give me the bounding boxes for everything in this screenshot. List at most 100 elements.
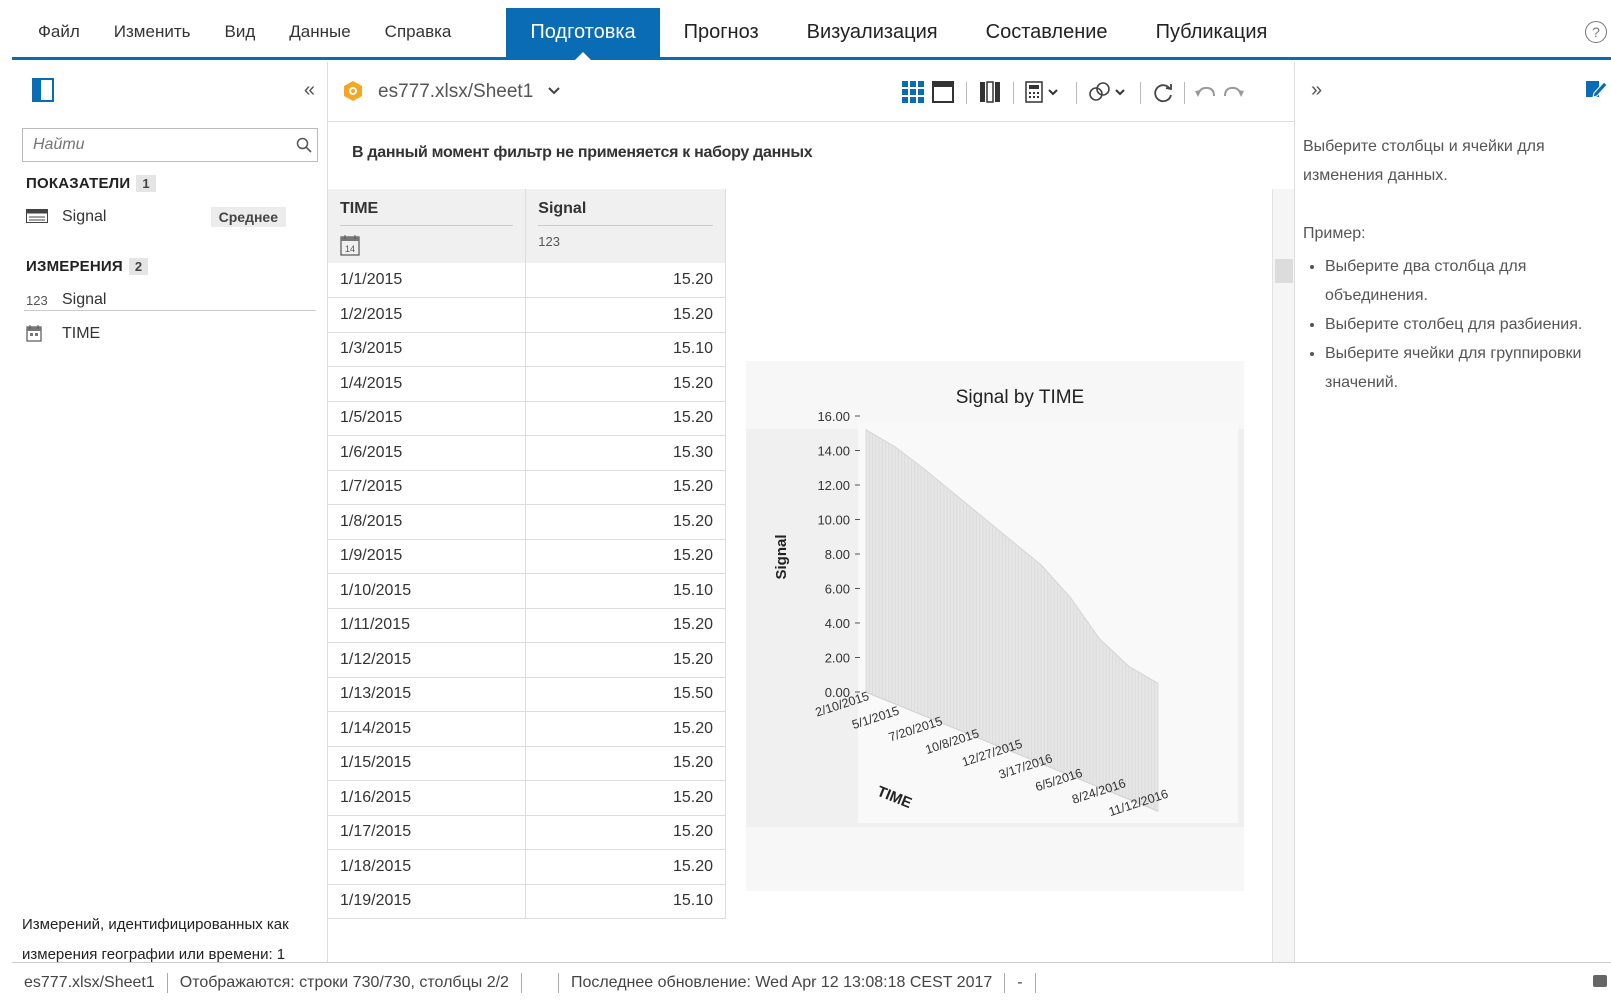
y-tick-label: 2.00 [825,651,850,666]
menu-edit[interactable]: Изменить [97,8,208,55]
redo-icon[interactable] [1223,80,1245,104]
table-row[interactable]: 1/14/2015 15.20 [328,711,726,747]
tab-publish[interactable]: Публикация [1132,8,1292,57]
cell-time[interactable]: 1/7/2015 [328,470,527,505]
tab-predict[interactable]: Прогноз [660,8,783,57]
menu-view[interactable]: Вид [207,8,272,55]
cell-time[interactable]: 1/14/2015 [328,711,527,747]
svg-text:14: 14 [345,244,355,254]
expand-right-button[interactable]: » [1311,79,1322,102]
cell-time[interactable]: 1/2/2015 [328,297,527,333]
dimension-item-signal[interactable]: 123 Signal [26,286,316,314]
search-icon[interactable] [291,137,317,153]
table-row[interactable]: 1/10/2015 15.10 [328,573,726,609]
table-row[interactable]: 1/19/2015 15.10 [328,884,726,919]
cell-signal[interactable]: 15.10 [525,884,726,919]
table-row[interactable]: 1/18/2015 15.20 [328,849,726,885]
cell-time[interactable]: 1/18/2015 [328,849,527,885]
table-row[interactable]: 1/7/2015 15.20 [328,470,726,505]
help-icon[interactable]: ? [1585,21,1607,43]
chat-icon[interactable] [1593,975,1607,987]
cell-time[interactable]: 1/5/2015 [328,401,527,436]
tab-compose[interactable]: Составление [962,8,1132,57]
vertical-scrollbar[interactable] [1272,189,1294,979]
cell-time[interactable]: 1/19/2015 [328,884,527,919]
tab-visualize[interactable]: Визуализация [783,8,962,57]
edit-icon[interactable] [1585,78,1608,105]
table-row[interactable]: 1/13/2015 15.50 [328,677,726,712]
cell-time[interactable]: 1/4/2015 [328,366,527,402]
cell-signal[interactable]: 15.10 [525,573,726,609]
cell-time[interactable]: 1/9/2015 [328,539,527,574]
cell-signal[interactable]: 15.20 [525,263,726,298]
link-dropdown-icon[interactable] [1088,80,1128,104]
calculator-dropdown-icon[interactable] [1025,80,1061,104]
table-row[interactable]: 1/1/2015 15.20 [328,263,726,298]
cell-signal[interactable]: 15.20 [525,539,726,574]
columns-icon[interactable] [979,80,1001,104]
cell-signal[interactable]: 15.20 [525,849,726,885]
table-row[interactable]: 1/8/2015 15.20 [328,504,726,540]
cell-time[interactable]: 1/6/2015 [328,435,527,471]
measure-item-signal[interactable]: Signal Среднее [26,203,316,231]
cell-signal[interactable]: 15.20 [525,470,726,505]
cell-signal[interactable]: 15.50 [525,677,726,712]
cell-time[interactable]: 1/15/2015 [328,746,527,781]
cell-signal[interactable]: 15.20 [525,504,726,540]
chart-card[interactable]: Signal by TIME 16.00 14.00 12.00 10.00 8.00 6.… [746,361,1244,891]
tab-prepare[interactable]: Подготовка [506,8,660,60]
cell-signal[interactable]: 15.20 [525,746,726,781]
data-table: TIME Signal 14 123 1/1/2015 15.20 1/2/2015… [328,189,726,919]
collapse-left-button[interactable]: « [304,79,315,102]
table-row[interactable]: 1/16/2015 15.20 [328,780,726,816]
cell-signal[interactable]: 15.20 [525,297,726,333]
dataset-name[interactable]: es777.xlsx/Sheet1 [378,81,533,103]
scrollbar-thumb[interactable] [1275,259,1293,283]
dimension-item-time[interactable]: TIME [26,320,316,348]
cell-signal[interactable]: 15.20 [525,780,726,816]
refresh-icon[interactable] [1152,80,1174,104]
chevron-down-icon[interactable] [548,82,560,100]
cell-time[interactable]: 1/16/2015 [328,780,527,816]
cell-time[interactable]: 1/17/2015 [328,815,527,850]
cell-signal[interactable]: 15.20 [525,401,726,436]
undo-icon[interactable] [1194,80,1216,104]
table-row[interactable]: 1/3/2015 15.10 [328,332,726,367]
panel-toggle-icon[interactable] [32,78,54,102]
menu-help[interactable]: Справка [368,8,469,55]
table-row[interactable]: 1/2/2015 15.20 [328,297,726,333]
search-input[interactable] [23,130,291,160]
cell-signal[interactable]: 15.20 [525,711,726,747]
cell-signal[interactable]: 15.10 [525,332,726,367]
column-header-time[interactable]: TIME [328,189,527,225]
table-row[interactable]: 1/9/2015 15.20 [328,539,726,574]
cell-signal[interactable]: 15.20 [525,815,726,850]
column-header-signal[interactable]: Signal [525,189,726,225]
grid-view-icon[interactable] [902,80,924,104]
cell-signal[interactable]: 15.20 [525,366,726,402]
aggregation-badge[interactable]: Среднее [210,207,286,227]
cell-signal[interactable]: 15.20 [525,608,726,643]
menu-file[interactable]: Файл [12,8,97,55]
cell-time[interactable]: 1/13/2015 [328,677,527,712]
menu-data[interactable]: Данные [272,8,367,55]
table-row[interactable]: 1/6/2015 15.30 [328,435,726,471]
cell-signal[interactable]: 15.30 [525,435,726,471]
cell-time[interactable]: 1/10/2015 [328,573,527,609]
table-row[interactable]: 1/12/2015 15.20 [328,642,726,678]
cell-time[interactable]: 1/3/2015 [328,332,527,367]
right-intro: Выберите столбцы и ячейки для изменения … [1303,138,1545,184]
cell-time[interactable]: 1/1/2015 [328,263,527,298]
table-row[interactable]: 1/17/2015 15.20 [328,815,726,850]
table-row[interactable]: 1/5/2015 15.20 [328,401,726,436]
cell-time[interactable]: 1/12/2015 [328,642,527,678]
cell-time[interactable]: 1/8/2015 [328,504,527,540]
left-footer-text: Измерений, идентифицированных как измере… [22,916,289,963]
table-row[interactable]: 1/4/2015 15.20 [328,366,726,402]
table-row[interactable]: 1/11/2015 15.20 [328,608,726,643]
dimensions-title: ИЗМЕРЕНИЯ [26,258,123,275]
cell-signal[interactable]: 15.20 [525,642,726,678]
single-view-icon[interactable] [932,80,954,104]
table-row[interactable]: 1/15/2015 15.20 [328,746,726,781]
cell-time[interactable]: 1/11/2015 [328,608,527,643]
